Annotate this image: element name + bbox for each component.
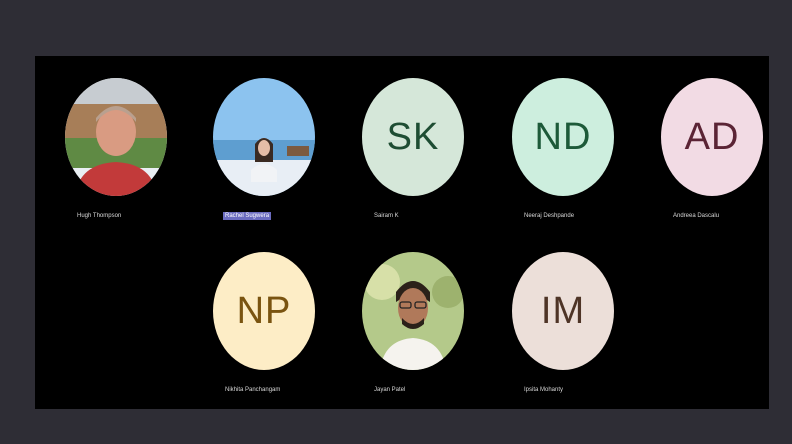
person-photo-icon — [213, 78, 315, 196]
participant-tile-neeraj-deshpande[interactable]: ND Neeraj Deshpande — [512, 78, 662, 238]
person-photo-icon — [362, 252, 464, 370]
participant-tile-rachel-sugwera[interactable]: Rachel Sugwera — [213, 78, 363, 238]
participant-name: Nikhita Panchangam — [225, 387, 281, 393]
participant-tile-andreea-dascalu[interactable]: AD Andreea Dascalu — [661, 78, 792, 238]
avatar-initials: AD — [684, 115, 740, 158]
avatar-initials: SK — [386, 115, 440, 158]
avatar: NP — [213, 252, 315, 370]
participant-tile-nikhita-panchangam[interactable]: NP Nikhita Panchangam — [213, 252, 363, 412]
avatar: ND — [512, 78, 614, 196]
participant-tile-hugh-thompson[interactable]: Hugh Thompson — [65, 78, 215, 238]
avatar — [65, 78, 167, 196]
avatar: IM — [512, 252, 614, 370]
avatar: SK — [362, 78, 464, 196]
avatar — [213, 78, 315, 196]
avatar-initials: IM — [540, 289, 586, 332]
participant-name: Andreea Dascalu — [673, 213, 720, 219]
person-photo-icon — [65, 78, 167, 196]
participant-name: Sairam K — [374, 213, 399, 219]
participant-tile-sairam-k[interactable]: SK Sairam K — [362, 78, 512, 238]
video-stage: Hugh Thompson Rachel Sugwera SK Sairam K… — [35, 56, 769, 409]
participant-name: Neeraj Deshpande — [524, 213, 575, 219]
avatar — [362, 252, 464, 370]
participant-name: Hugh Thompson — [77, 213, 122, 219]
participant-tile-ipsita-mohanty[interactable]: IM Ipsita Mohanty — [512, 252, 662, 412]
participant-tile-jayan-patel[interactable]: Jayan Patel — [362, 252, 512, 412]
participant-name: Rachel Sugwera — [223, 212, 272, 220]
participant-name: Ipsita Mohanty — [524, 387, 564, 393]
participant-name: Jayan Patel — [374, 387, 406, 393]
avatar-initials: NP — [236, 289, 292, 332]
avatar-initials: ND — [534, 115, 592, 158]
avatar: AD — [661, 78, 763, 196]
